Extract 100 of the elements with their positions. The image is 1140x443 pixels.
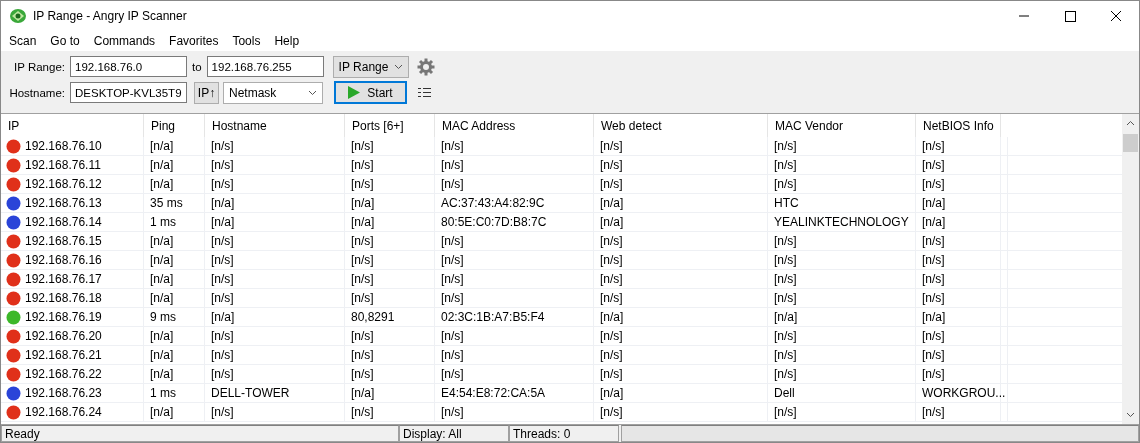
table-cell: [n/s] bbox=[351, 177, 374, 191]
start-ip-field[interactable]: 192.168.76.0 bbox=[70, 56, 187, 77]
table-cell: 192.168.76.17 bbox=[25, 272, 102, 286]
column-header[interactable]: IP bbox=[1, 114, 144, 137]
menu-item[interactable]: Favorites bbox=[169, 34, 219, 48]
scroll-thumb[interactable] bbox=[1123, 134, 1138, 152]
table-cell: [n/s] bbox=[211, 405, 234, 419]
menu-item[interactable]: Scan bbox=[9, 34, 37, 48]
table-cell: [n/a] bbox=[600, 196, 624, 210]
table-cell: [n/s] bbox=[351, 291, 374, 305]
column-header[interactable]: NetBIOS Info bbox=[916, 114, 1001, 137]
table-cell: [n/s] bbox=[774, 177, 797, 191]
scroll-up-icon[interactable] bbox=[1126, 120, 1135, 126]
table-cell: [n/a] bbox=[150, 158, 174, 172]
menu-item[interactable]: Tools bbox=[232, 34, 261, 48]
table-cell: [n/a] bbox=[150, 253, 174, 267]
table-cell: [n/s] bbox=[600, 405, 623, 419]
table-cell: [n/a] bbox=[211, 310, 235, 324]
table-cell: 1 ms bbox=[150, 386, 176, 400]
table-cell: [n/s] bbox=[211, 253, 234, 267]
table-cell: [n/s] bbox=[774, 291, 797, 305]
table-cell: 9 ms bbox=[150, 310, 176, 324]
table-cell: [n/a] bbox=[150, 272, 174, 286]
table-cell: 192.168.76.24 bbox=[25, 405, 102, 419]
table-cell: 192.168.76.13 bbox=[25, 196, 102, 210]
table-cell: DELL-TOWER bbox=[211, 386, 290, 400]
table-cell: [n/s] bbox=[441, 158, 464, 172]
column-header[interactable]: Ports [6+] bbox=[345, 114, 435, 137]
start-button[interactable]: Start bbox=[334, 81, 407, 104]
column-header[interactable]: MAC Vendor bbox=[768, 114, 916, 137]
netmask-dropdown[interactable]: Netmask bbox=[223, 81, 323, 104]
table-cell: [n/s] bbox=[211, 272, 234, 286]
table-cell: 1 ms bbox=[150, 215, 176, 229]
table-cell: 192.168.76.21 bbox=[25, 348, 102, 362]
table-cell: [n/s] bbox=[441, 272, 464, 286]
table-cell: [n/a] bbox=[922, 196, 946, 210]
table-cell: [n/s] bbox=[600, 348, 623, 362]
table-cell: [n/a] bbox=[150, 405, 174, 419]
table-cell: [n/s] bbox=[211, 158, 234, 172]
table-cell: E4:54:E8:72:CA:5A bbox=[441, 386, 546, 400]
feeder-dropdown[interactable]: IP Range bbox=[332, 55, 409, 78]
table-cell: [n/s] bbox=[600, 158, 623, 172]
table-cell: 02:3C:1B:A7:B5:F4 bbox=[441, 310, 545, 324]
table-cell: WORKGROU... bbox=[922, 386, 1006, 400]
table-cell: [n/s] bbox=[922, 291, 945, 305]
app-icon bbox=[9, 8, 27, 24]
table-cell: [n/s] bbox=[922, 348, 945, 362]
table-cell: [n/s] bbox=[922, 158, 945, 172]
list-icon[interactable] bbox=[418, 87, 431, 98]
table-cell: [n/s] bbox=[774, 234, 797, 248]
table-cell: 192.168.76.14 bbox=[25, 215, 102, 229]
scroll-down-icon[interactable] bbox=[1126, 412, 1135, 418]
status-text: Display: All bbox=[399, 425, 509, 442]
table-cell: [n/a] bbox=[150, 329, 174, 343]
table-cell: 35 ms bbox=[150, 196, 183, 210]
table-cell: [n/s] bbox=[211, 367, 234, 381]
table-cell: [n/s] bbox=[922, 139, 945, 153]
table-cell: [n/s] bbox=[351, 329, 374, 343]
table-cell: [n/s] bbox=[922, 329, 945, 343]
table-cell: [n/a] bbox=[600, 310, 624, 324]
table-cell: 80,8291 bbox=[351, 310, 395, 324]
table-cell: [n/s] bbox=[211, 139, 234, 153]
table-cell: [n/s] bbox=[351, 272, 374, 286]
table-cell: [n/a] bbox=[211, 215, 235, 229]
table-cell: [n/s] bbox=[600, 139, 623, 153]
column-header[interactable]: Ping bbox=[144, 114, 205, 137]
menu-item[interactable]: Commands bbox=[93, 34, 156, 48]
table-cell: [n/a] bbox=[922, 310, 946, 324]
end-ip-field[interactable]: 192.168.76.255 bbox=[206, 56, 324, 77]
table-cell: [n/s] bbox=[600, 367, 623, 381]
table-cell: 80:5E:C0:7D:B8:7C bbox=[441, 215, 547, 229]
table-cell: [n/s] bbox=[922, 177, 945, 191]
table-cell: [n/a] bbox=[922, 215, 946, 229]
table-cell: [n/s] bbox=[774, 348, 797, 362]
menu-item[interactable]: Help bbox=[274, 34, 300, 48]
table-cell: HTC bbox=[774, 196, 799, 210]
table-cell: [n/s] bbox=[351, 405, 374, 419]
table-cell: [n/a] bbox=[150, 291, 174, 305]
table-cell: [n/a] bbox=[150, 234, 174, 248]
table-cell: [n/s] bbox=[211, 177, 234, 191]
table-cell: AC:37:43:A4:82:9C bbox=[441, 196, 545, 210]
table-cell: [n/s] bbox=[774, 253, 797, 267]
table-cell: [n/s] bbox=[774, 272, 797, 286]
table-cell: 192.168.76.11 bbox=[25, 158, 101, 172]
hostname-field[interactable]: DESKTOP-KVL35T9 bbox=[70, 82, 187, 103]
column-header[interactable]: Hostname bbox=[205, 114, 345, 137]
column-header[interactable]: MAC Address bbox=[435, 114, 594, 137]
table-cell: [n/s] bbox=[922, 405, 945, 419]
table-cell: [n/s] bbox=[774, 139, 797, 153]
ip-up-button[interactable]: IP↑ bbox=[194, 81, 219, 104]
table-cell: [n/s] bbox=[441, 253, 464, 267]
table-cell: 192.168.76.23 bbox=[25, 386, 102, 400]
table-cell: [n/s] bbox=[211, 329, 234, 343]
column-header[interactable]: Web detect bbox=[594, 114, 768, 137]
menu-item[interactable]: Go to bbox=[50, 34, 80, 48]
table-cell: 192.168.76.19 bbox=[25, 310, 102, 324]
table-cell: [n/s] bbox=[600, 272, 623, 286]
scrollbar[interactable] bbox=[1122, 114, 1139, 424]
table-cell: 192.168.76.15 bbox=[25, 234, 102, 248]
table-cell: [n/s] bbox=[441, 139, 464, 153]
